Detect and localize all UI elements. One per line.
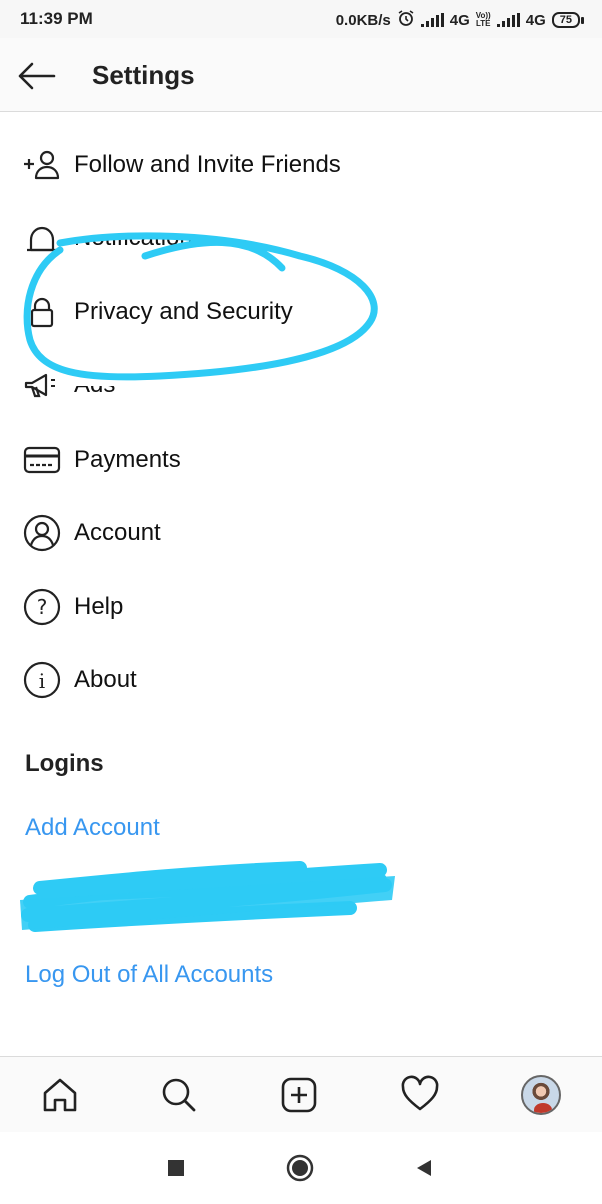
logout-all-link[interactable]: Log Out of All Accounts xyxy=(25,961,273,989)
menu-item-account[interactable]: Account xyxy=(0,505,602,561)
menu-item-label: Ads xyxy=(74,371,116,398)
help-circle-icon: ? xyxy=(22,588,62,626)
megaphone-icon xyxy=(22,369,62,401)
app-header: Settings xyxy=(0,38,602,112)
system-back-button[interactable] xyxy=(406,1150,442,1186)
credit-card-icon xyxy=(22,444,62,476)
status-time: 11:39 PM xyxy=(20,9,93,28)
menu-item-privacy-security[interactable]: Privacy and Security xyxy=(0,284,602,340)
add-account-link[interactable]: Add Account xyxy=(25,814,160,842)
bottom-navigation xyxy=(0,1056,602,1132)
nav-search-button[interactable] xyxy=(157,1073,201,1117)
svg-text:?: ? xyxy=(37,595,48,619)
menu-item-label: Notifications xyxy=(74,224,205,251)
menu-item-notifications[interactable]: Notifications xyxy=(0,210,602,266)
home-icon xyxy=(43,1078,77,1112)
network-type-2: 4G xyxy=(525,11,546,29)
menu-item-label: Payments xyxy=(74,446,181,473)
nav-profile-button[interactable] xyxy=(519,1073,563,1117)
nav-home-button[interactable] xyxy=(38,1073,82,1117)
bell-icon xyxy=(22,222,62,254)
recents-button[interactable] xyxy=(158,1150,194,1186)
menu-item-ads[interactable]: Ads xyxy=(0,357,602,413)
signal-strength-icon xyxy=(420,13,444,27)
info-circle-icon: i xyxy=(22,661,62,699)
svg-text:i: i xyxy=(39,669,45,693)
battery-icon: 75 xyxy=(551,12,584,28)
account-circle-icon xyxy=(22,514,62,552)
back-triangle-icon xyxy=(417,1160,431,1176)
home-circle-icon xyxy=(286,1154,314,1182)
menu-item-label: Account xyxy=(74,519,161,546)
search-icon xyxy=(162,1078,196,1112)
menu-item-label: Privacy and Security xyxy=(74,298,293,325)
page-title: Settings xyxy=(92,60,195,90)
back-button[interactable] xyxy=(14,56,58,96)
network-speed: 0.0KB/s xyxy=(335,11,391,29)
signal-strength-2-icon xyxy=(496,13,520,27)
logins-section-title: Logins xyxy=(25,750,104,777)
nav-new-post-button[interactable] xyxy=(277,1073,321,1117)
heart-icon xyxy=(401,1075,439,1111)
nav-activity-button[interactable] xyxy=(398,1073,442,1117)
volte-icon: Vo)) LTE xyxy=(476,12,491,28)
recents-square-icon xyxy=(168,1160,184,1176)
new-post-icon xyxy=(281,1077,317,1113)
system-navigation-bar xyxy=(0,1132,602,1204)
alarm-clock-icon xyxy=(397,9,415,31)
status-indicators: 0.0KB/s 4G Vo)) LTE 4G 75 xyxy=(336,9,584,31)
add-person-icon xyxy=(22,149,62,181)
battery-level: 75 xyxy=(551,12,580,28)
menu-item-payments[interactable]: Payments xyxy=(0,432,602,488)
menu-item-follow-invite[interactable]: Follow and Invite Friends xyxy=(0,137,602,193)
volte-bottom: LTE xyxy=(475,19,491,28)
network-type-1: 4G xyxy=(449,11,470,29)
menu-item-about[interactable]: i About xyxy=(0,652,602,708)
menu-item-label: About xyxy=(74,666,137,693)
arrow-left-icon xyxy=(18,62,56,90)
lock-icon xyxy=(22,296,62,328)
status-bar: 11:39 PM 0.0KB/s 4G Vo)) LTE 4G 75 xyxy=(0,0,602,38)
menu-item-help[interactable]: ? Help xyxy=(0,579,602,635)
menu-item-label: Follow and Invite Friends xyxy=(74,151,341,178)
menu-item-label: Help xyxy=(74,593,124,620)
system-home-button[interactable] xyxy=(282,1150,318,1186)
profile-avatar xyxy=(521,1075,561,1115)
